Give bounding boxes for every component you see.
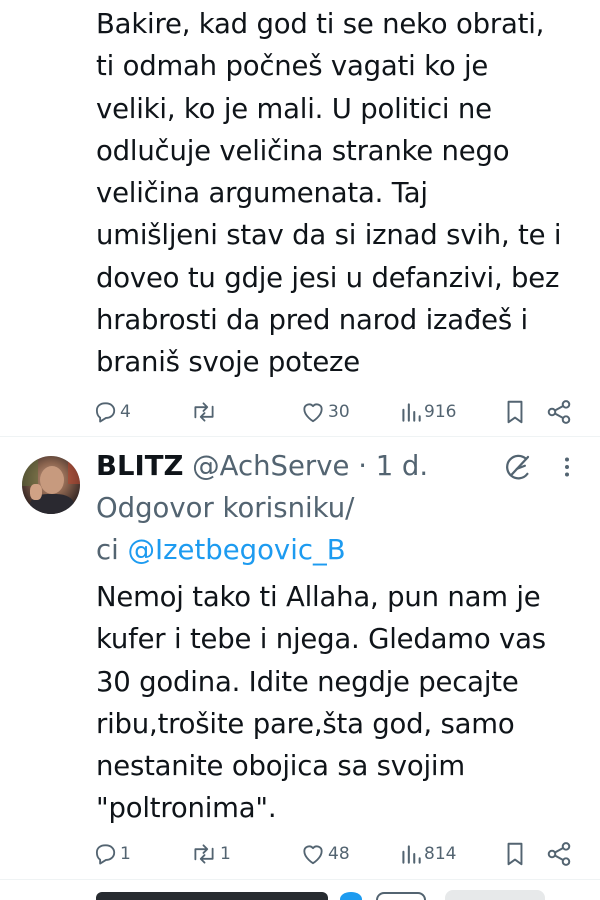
reply-count: 4: [120, 402, 131, 422]
reply-icon: [95, 844, 116, 865]
tweet-header: BLITZ @AchServe · 1 d.: [96, 446, 428, 486]
reply-context: ci @Izetbegovic_B: [96, 530, 346, 570]
tweet-actions: 4 30 916: [88, 397, 588, 427]
separator-dot: ·: [358, 450, 367, 482]
views-count: 916: [424, 402, 457, 422]
views-icon: [402, 845, 421, 864]
reply-count: 1: [120, 844, 131, 864]
reply-context-label: Odgovor korisniku/: [96, 492, 355, 524]
like-count: 48: [328, 844, 350, 864]
reply-mention-link[interactable]: @Izetbegovic_B: [128, 534, 346, 566]
views-button[interactable]: 916: [400, 397, 456, 427]
tweet-text: Nemoj tako ti Allaha, pun nam je kufer i…: [96, 581, 546, 825]
tweet-text: Bakire, kad god ti se neko obrati, ti od…: [96, 8, 562, 379]
bookmark-button[interactable]: [502, 839, 528, 869]
avatar[interactable]: [22, 456, 80, 514]
retweet-count: 1: [220, 844, 231, 864]
retweet-icon: [194, 844, 214, 864]
share-icon: [547, 400, 571, 424]
user-handle[interactable]: @AchServe: [192, 450, 349, 482]
display-name[interactable]: BLITZ: [96, 450, 183, 482]
bookmark-icon: [507, 400, 523, 424]
like-count: 30: [328, 402, 350, 422]
reply-context-prefix: ci: [96, 534, 119, 566]
retweet-button[interactable]: [190, 397, 220, 427]
reply-button[interactable]: 4: [92, 397, 131, 427]
bookmark-button[interactable]: [502, 397, 528, 427]
views-button[interactable]: 814: [400, 839, 456, 869]
next-tweet-cutoff: [0, 884, 600, 900]
timestamp[interactable]: 1 d.: [376, 450, 428, 482]
views-icon: [402, 403, 421, 422]
tweet-actions: 1 1 48 814: [88, 839, 588, 869]
divider: [0, 879, 600, 880]
divider: [0, 436, 600, 437]
heart-icon: [303, 403, 323, 423]
next-tweet-handle-fragment: [376, 892, 426, 900]
like-button[interactable]: 48: [300, 839, 350, 869]
share-button[interactable]: [545, 397, 573, 427]
share-button[interactable]: [545, 839, 573, 869]
reply-icon: [95, 402, 116, 423]
follow-button-fragment[interactable]: [445, 890, 545, 900]
share-icon: [547, 842, 571, 866]
retweet-icon: [194, 402, 214, 422]
grok-button[interactable]: [503, 452, 533, 486]
retweet-button[interactable]: 1: [190, 839, 231, 869]
grok-icon: [506, 454, 530, 480]
more-button[interactable]: [560, 452, 574, 486]
bookmark-icon: [507, 842, 523, 866]
heart-icon: [303, 845, 323, 865]
next-tweet-name-fragment: [96, 892, 328, 900]
verified-badge-fragment: [340, 892, 362, 900]
more-icon: [565, 457, 569, 477]
reply-button[interactable]: 1: [92, 839, 131, 869]
views-count: 814: [424, 844, 457, 864]
like-button[interactable]: 30: [300, 397, 350, 427]
